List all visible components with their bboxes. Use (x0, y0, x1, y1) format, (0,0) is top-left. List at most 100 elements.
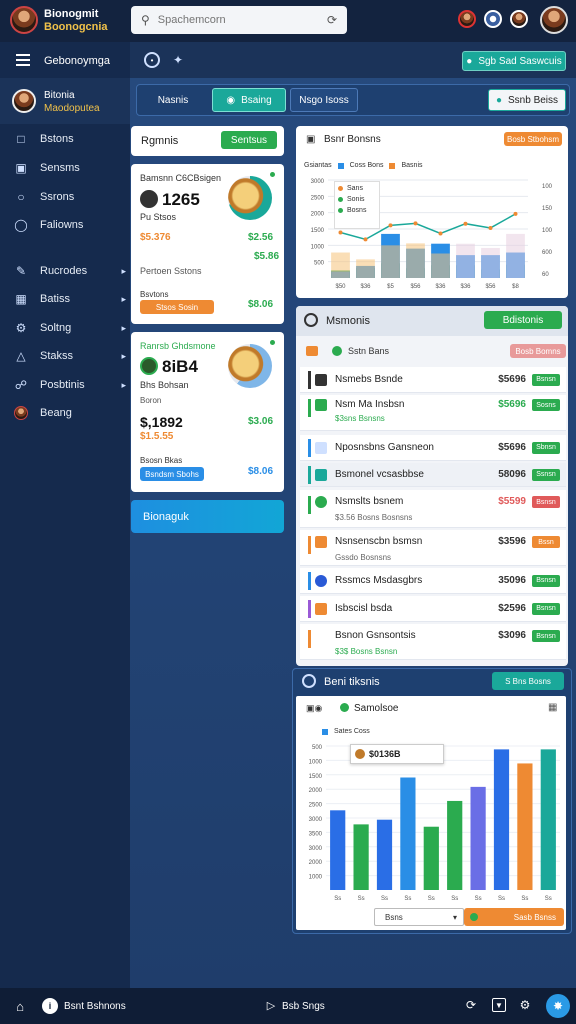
download-icon[interactable]: ▼ (492, 998, 506, 1012)
sidebar-item-rucrodes[interactable]: ✎ Rucrodes ▸ (14, 260, 126, 282)
settings-icon[interactable]: ⚙ (518, 998, 532, 1012)
chat-icon[interactable]: ✸ (546, 994, 570, 1018)
app-title-line1: Bionogmit (44, 8, 99, 20)
sidebar-item-ssrons[interactable]: ○ Ssrons (14, 186, 126, 208)
sidebar-item-bstons[interactable]: □ Bstons (14, 128, 126, 150)
chart2-panel-button[interactable]: S Bns Bosns (492, 672, 564, 690)
row-pill: Bssn (532, 536, 560, 548)
expand-icon[interactable]: ▦ (548, 702, 557, 713)
pin-icon[interactable]: ✦ (170, 52, 186, 68)
x-tick-label: Ss (334, 896, 341, 902)
chevron-right-icon: ▸ (121, 293, 126, 304)
bar-2-2 (381, 245, 400, 278)
legend-label: Sates Coss (334, 728, 370, 735)
x-tick-label: Ss (358, 896, 365, 902)
sidebar-item-label: Faliowns (40, 219, 84, 231)
subhead-pill[interactable]: Bosb Bomns (510, 344, 566, 358)
sidebar-item-sensms[interactable]: ▣ Sensms (14, 157, 126, 179)
tab-bsaing[interactable]: ◉ Bsaing (212, 88, 286, 112)
home-icon[interactable]: ⌂ (12, 998, 28, 1014)
refresh-icon[interactable]: ⟳ (464, 998, 478, 1012)
refresh-icon[interactable]: ⟳ (327, 13, 337, 27)
list-item[interactable]: Rssmcs Msdasgbrs 35096 Bsnsn (300, 568, 566, 594)
x-tick-label: Ss (428, 896, 435, 902)
app-logo-avatar[interactable] (10, 6, 38, 34)
list-panel-button[interactable]: Bdistonis (484, 311, 562, 329)
tab-icon: ◉ (226, 94, 236, 106)
list-item[interactable]: Nposnsbns Gansneon $5696 Sbnsn (300, 435, 566, 461)
left-panel-blue-button[interactable]: Bionaguk (131, 500, 284, 533)
list-item[interactable]: Bsmonel vcsasbbse 58096 Ssnsn (300, 463, 566, 487)
target-icon[interactable]: • (144, 52, 160, 68)
card2-green-value-2: $8.06 (248, 466, 274, 477)
user-avatar-3[interactable] (510, 10, 528, 28)
sidebar-item-faliowns[interactable]: ◯ Faliowns (14, 214, 126, 236)
list-item[interactable]: Nsmslts bsnem $3.56 Bosns Bosnsns $5599 Bsn… (300, 490, 566, 528)
card1-avatar (140, 190, 158, 208)
bar-2-7 (506, 233, 525, 278)
y-tick-label: 3500 (309, 831, 323, 837)
profile-avatar[interactable] (540, 6, 568, 34)
x-tick-label: $56 (410, 284, 421, 290)
sidebar-item-label: Bstons (40, 133, 74, 145)
sidebar-item-stakss[interactable]: △ Stakss ▸ (14, 345, 126, 367)
play-icon[interactable]: ▷ (264, 998, 278, 1012)
row-icon (315, 468, 327, 481)
search-input[interactable] (157, 14, 308, 26)
list-item[interactable]: Nsmebs Bsnde $5696 Bsnsn (300, 367, 566, 393)
chart-icon: △ (16, 349, 26, 363)
y-tick-label: 1000 (309, 759, 323, 765)
y-tick-label: 2500 (309, 803, 323, 809)
card1-green-value: $2.56 (248, 232, 274, 243)
trend-point-0 (338, 230, 343, 235)
chart1-icon: ▣ (306, 134, 316, 145)
chevron-right-icon: ▸ (121, 322, 126, 333)
bar-9 (540, 749, 556, 890)
list-item[interactable]: Isbscisl bsda $2596 Bsnsn (300, 596, 566, 622)
avatar-icon (14, 406, 28, 420)
sidebar-item-label: Sensms (40, 162, 80, 174)
link-icon: ☍ (14, 378, 28, 392)
y-right-tick-label: 100 (542, 228, 553, 234)
bar-5 (447, 800, 463, 890)
legend-label: Sans (347, 185, 363, 192)
list-item[interactable]: Nsnsenscbn bsmsn Gssdo Bosnsns $3596 Bssn (300, 530, 566, 566)
bar-2-4 (431, 253, 450, 278)
card2-button[interactable]: Bsndsm Sbohs (140, 467, 204, 481)
legend-label: Sonis (347, 196, 365, 203)
card2-title: Ranrsb Ghdsmone (140, 341, 216, 351)
chart2-footer-button[interactable]: Sasb Bsnss (464, 908, 564, 926)
tab-nsgo-isoss[interactable]: Nsgo Isoss (290, 88, 358, 112)
row-marker (308, 399, 311, 417)
tabs-right-button[interactable]: ● Ssnb Beiss (488, 89, 566, 111)
row-pill: Bsnsn (532, 574, 560, 587)
sidebar-item-label: Soltng (40, 322, 72, 334)
card2-amount2: $,1892 (140, 414, 183, 430)
chart2-select[interactable]: Bsns ▾ (374, 908, 464, 926)
sidebar-item-posbtinis[interactable]: ☍ Posbtinis ▸ (14, 374, 126, 396)
card2-coin-image (228, 344, 272, 388)
sidebar-item-batiss[interactable]: ▦ Batiss ▸ (14, 288, 126, 310)
menu-icon[interactable] (16, 54, 30, 66)
row-icon (315, 630, 327, 642)
list-item[interactable]: Nsm Ma Insbsn $3sns Bsnsns $5696 Sosns (300, 395, 566, 431)
sidebar-item-beang[interactable]: Beang (14, 402, 126, 424)
left-panel-header-button[interactable]: Sentsus (221, 131, 277, 149)
trend-point-1 (363, 237, 368, 242)
notification-avatar[interactable] (458, 10, 476, 28)
sidebar-item-soltng[interactable]: ⚙ Soltng ▸ (14, 317, 126, 339)
card1-button[interactable]: Stsos Sosin (140, 300, 214, 314)
chart1-button[interactable]: Bosb Stbohsm (504, 132, 562, 146)
clock-icon (304, 313, 318, 327)
subheader-action-button[interactable]: ● Sgb Sad Saswcuis (462, 51, 566, 71)
trend-point-7 (513, 211, 518, 216)
card1-small: Bsvtons (140, 290, 169, 299)
tab-nasnis[interactable]: Nasnis (138, 86, 208, 114)
chevron-right-icon: ▸ (121, 379, 126, 390)
bar-0 (330, 810, 346, 890)
search-box[interactable]: ⚲ ⟳ (131, 6, 347, 34)
user-avatar[interactable] (12, 89, 36, 113)
user-avatar-2[interactable] (484, 10, 502, 28)
info-icon[interactable]: i (42, 998, 58, 1014)
list-item[interactable]: Bsnon Gsnsontsis $3$ Bosns Bsnsn $3096 Bsns… (300, 624, 566, 660)
